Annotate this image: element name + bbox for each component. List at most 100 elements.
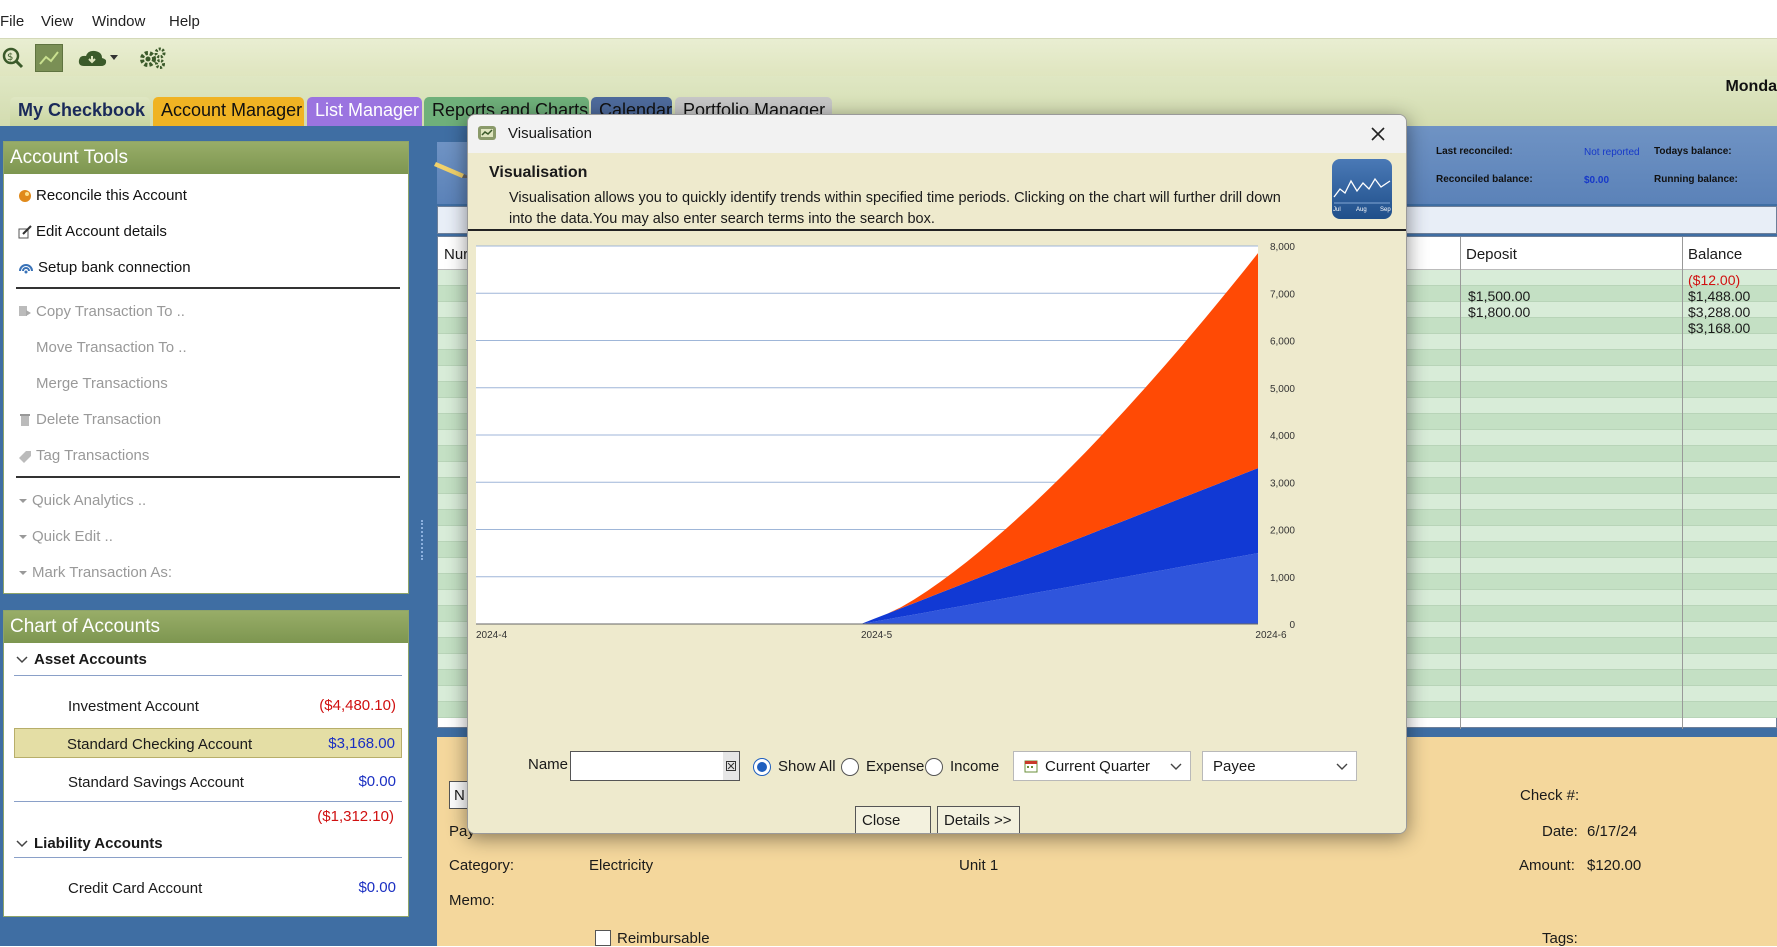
tab-list-manager[interactable]: List Manager [307, 97, 422, 126]
reconcile-account-item[interactable]: Reconcile this Account [18, 187, 187, 204]
chevron-down-icon [19, 534, 27, 539]
category-value[interactable]: Electricity [589, 857, 653, 874]
name-search-input[interactable] [570, 751, 740, 781]
memo-label: Memo: [449, 892, 495, 909]
search-money-icon[interactable]: $ [0, 45, 26, 71]
edit-account-details-item[interactable]: Edit Account details [18, 223, 167, 240]
deposit-cell: $1,500.00 [1468, 288, 1531, 304]
thumb-label: Aug [1356, 207, 1367, 213]
column-deposit[interactable]: Deposit [1466, 246, 1517, 263]
mark-transaction-as-item[interactable]: Mark Transaction As: [18, 564, 172, 581]
divider [14, 801, 402, 802]
x-tick-label: 2024-5 [861, 630, 893, 641]
class-value[interactable]: Unit 1 [959, 857, 998, 874]
account-row-investment[interactable]: Investment Account ($4,480.10) [14, 691, 402, 721]
edit-icon [18, 224, 32, 238]
column-number[interactable]: Nur [444, 246, 468, 263]
move-transaction-label: Move Transaction To .. [36, 339, 187, 356]
menu-help[interactable]: Help [169, 13, 200, 30]
y-tick-label: 5,000 [1270, 384, 1295, 395]
thumb-label: Sep [1380, 207, 1391, 213]
toolbar: $ [0, 38, 1777, 76]
column-balance[interactable]: Balance [1688, 246, 1742, 263]
tag-transactions-item[interactable]: Tag Transactions [18, 447, 149, 464]
show-all-radio[interactable] [753, 758, 771, 776]
menu-view[interactable]: View [41, 13, 73, 30]
expense-label: Expense [866, 758, 925, 775]
account-summary: Last reconciled: Not reported Todays bal… [1400, 126, 1777, 204]
close-icon[interactable] [1364, 121, 1392, 147]
menu-bar: File View Window Help [0, 0, 1777, 38]
expense-radio[interactable] [841, 758, 859, 776]
separator [16, 287, 400, 289]
quick-analytics-label: Quick Analytics .. [32, 492, 147, 509]
edit-account-details-label: Edit Account details [36, 223, 167, 240]
trash-icon [20, 413, 30, 426]
copy-transaction-item[interactable]: Copy Transaction To .. [18, 303, 185, 320]
chevron-down-icon [16, 655, 28, 663]
account-tools-title: Account Tools [4, 142, 408, 174]
account-row-credit-card[interactable]: Credit Card Account $0.00 [14, 873, 402, 903]
mark-transaction-as-label: Mark Transaction As: [32, 564, 173, 581]
splitter-handle[interactable] [421, 520, 423, 560]
quick-edit-item[interactable]: Quick Edit .. [18, 528, 113, 545]
name-label: Name [528, 756, 569, 773]
account-row-standard-checking[interactable]: Standard Checking Account $3,168.00 [14, 728, 402, 758]
account-row-standard-savings[interactable]: Standard Savings Account $0.00 [14, 767, 402, 797]
trend-chart-icon: Jul Aug Sep [1332, 159, 1392, 219]
chevron-down-icon [19, 570, 27, 575]
income-radio[interactable] [925, 758, 943, 776]
visualisation-dialog: Visualisation Visualisation Visualisatio… [467, 114, 1407, 834]
asset-total: ($1,312.10) [317, 808, 394, 825]
close-button[interactable]: Close [855, 806, 931, 833]
tag-transactions-label: Tag Transactions [36, 447, 150, 464]
menu-file[interactable]: File [0, 13, 24, 30]
account-balance: $3,168.00 [328, 735, 395, 752]
move-transaction-item[interactable]: Move Transaction To .. [36, 339, 187, 356]
x-tick-label: 2024-4 [476, 630, 508, 641]
dialog-heading: Visualisation [489, 164, 588, 181]
last-reconciled-value: Not reported [1584, 147, 1640, 158]
todays-balance-label: Todays balance: [1654, 146, 1732, 157]
delete-transaction-item[interactable]: Delete Transaction [18, 411, 161, 428]
running-balance-label: Running balance: [1654, 174, 1738, 185]
merge-transactions-item[interactable]: Merge Transactions [36, 375, 168, 392]
visualisation-chart[interactable]: 8,000 7,000 6,000 5,000 4,000 3,000 2,000 1,000… [468, 231, 1407, 727]
balance-cell: $3,168.00 [1688, 320, 1751, 336]
radio-dot [757, 762, 767, 772]
period-select[interactable]: Current Quarter [1013, 751, 1191, 781]
date-value[interactable]: 6/17/24 [1587, 823, 1637, 840]
dropdown-arrow-icon[interactable] [108, 45, 120, 71]
setup-bank-connection-item[interactable]: Setup bank connection [18, 259, 191, 276]
details-button[interactable]: Details >> [937, 806, 1020, 833]
quick-analytics-item[interactable]: Quick Analytics .. [18, 492, 146, 509]
settings-gears-icon[interactable] [136, 45, 168, 71]
cloud-download-icon[interactable] [75, 45, 109, 71]
account-name: Standard Savings Account [68, 774, 244, 791]
divider [14, 675, 402, 676]
asset-accounts-header[interactable]: Asset Accounts [16, 651, 147, 668]
last-reconciled-label: Last reconciled: [1436, 146, 1513, 157]
account-balance: $0.00 [358, 879, 396, 896]
reimbursable-checkbox[interactable] [595, 930, 611, 946]
date-header: Monda [1725, 78, 1777, 95]
app-icon [477, 123, 497, 143]
asset-accounts-label: Asset Accounts [34, 651, 147, 668]
tab-my-checkbook[interactable]: My Checkbook [10, 97, 150, 126]
reconciled-balance-label: Reconciled balance: [1436, 174, 1533, 185]
chart-trend-icon[interactable] [35, 44, 63, 72]
balance-cell: ($12.00) [1688, 272, 1741, 288]
column-divider [1682, 237, 1683, 729]
calendar-icon [1024, 760, 1038, 773]
reconciled-balance-value: $0.00 [1584, 175, 1610, 186]
clear-search-icon[interactable] [723, 752, 739, 780]
y-tick-label: 2,000 [1270, 526, 1295, 537]
divider [14, 857, 402, 858]
group-by-select[interactable]: Payee [1202, 751, 1357, 781]
amount-value[interactable]: $120.00 [1587, 857, 1641, 874]
liability-accounts-header[interactable]: Liability Accounts [16, 835, 163, 852]
thumb-label: Jul [1333, 207, 1341, 213]
chevron-down-icon [16, 839, 28, 847]
menu-window[interactable]: Window [92, 13, 145, 30]
tab-account-manager[interactable]: Account Manager [153, 97, 304, 126]
